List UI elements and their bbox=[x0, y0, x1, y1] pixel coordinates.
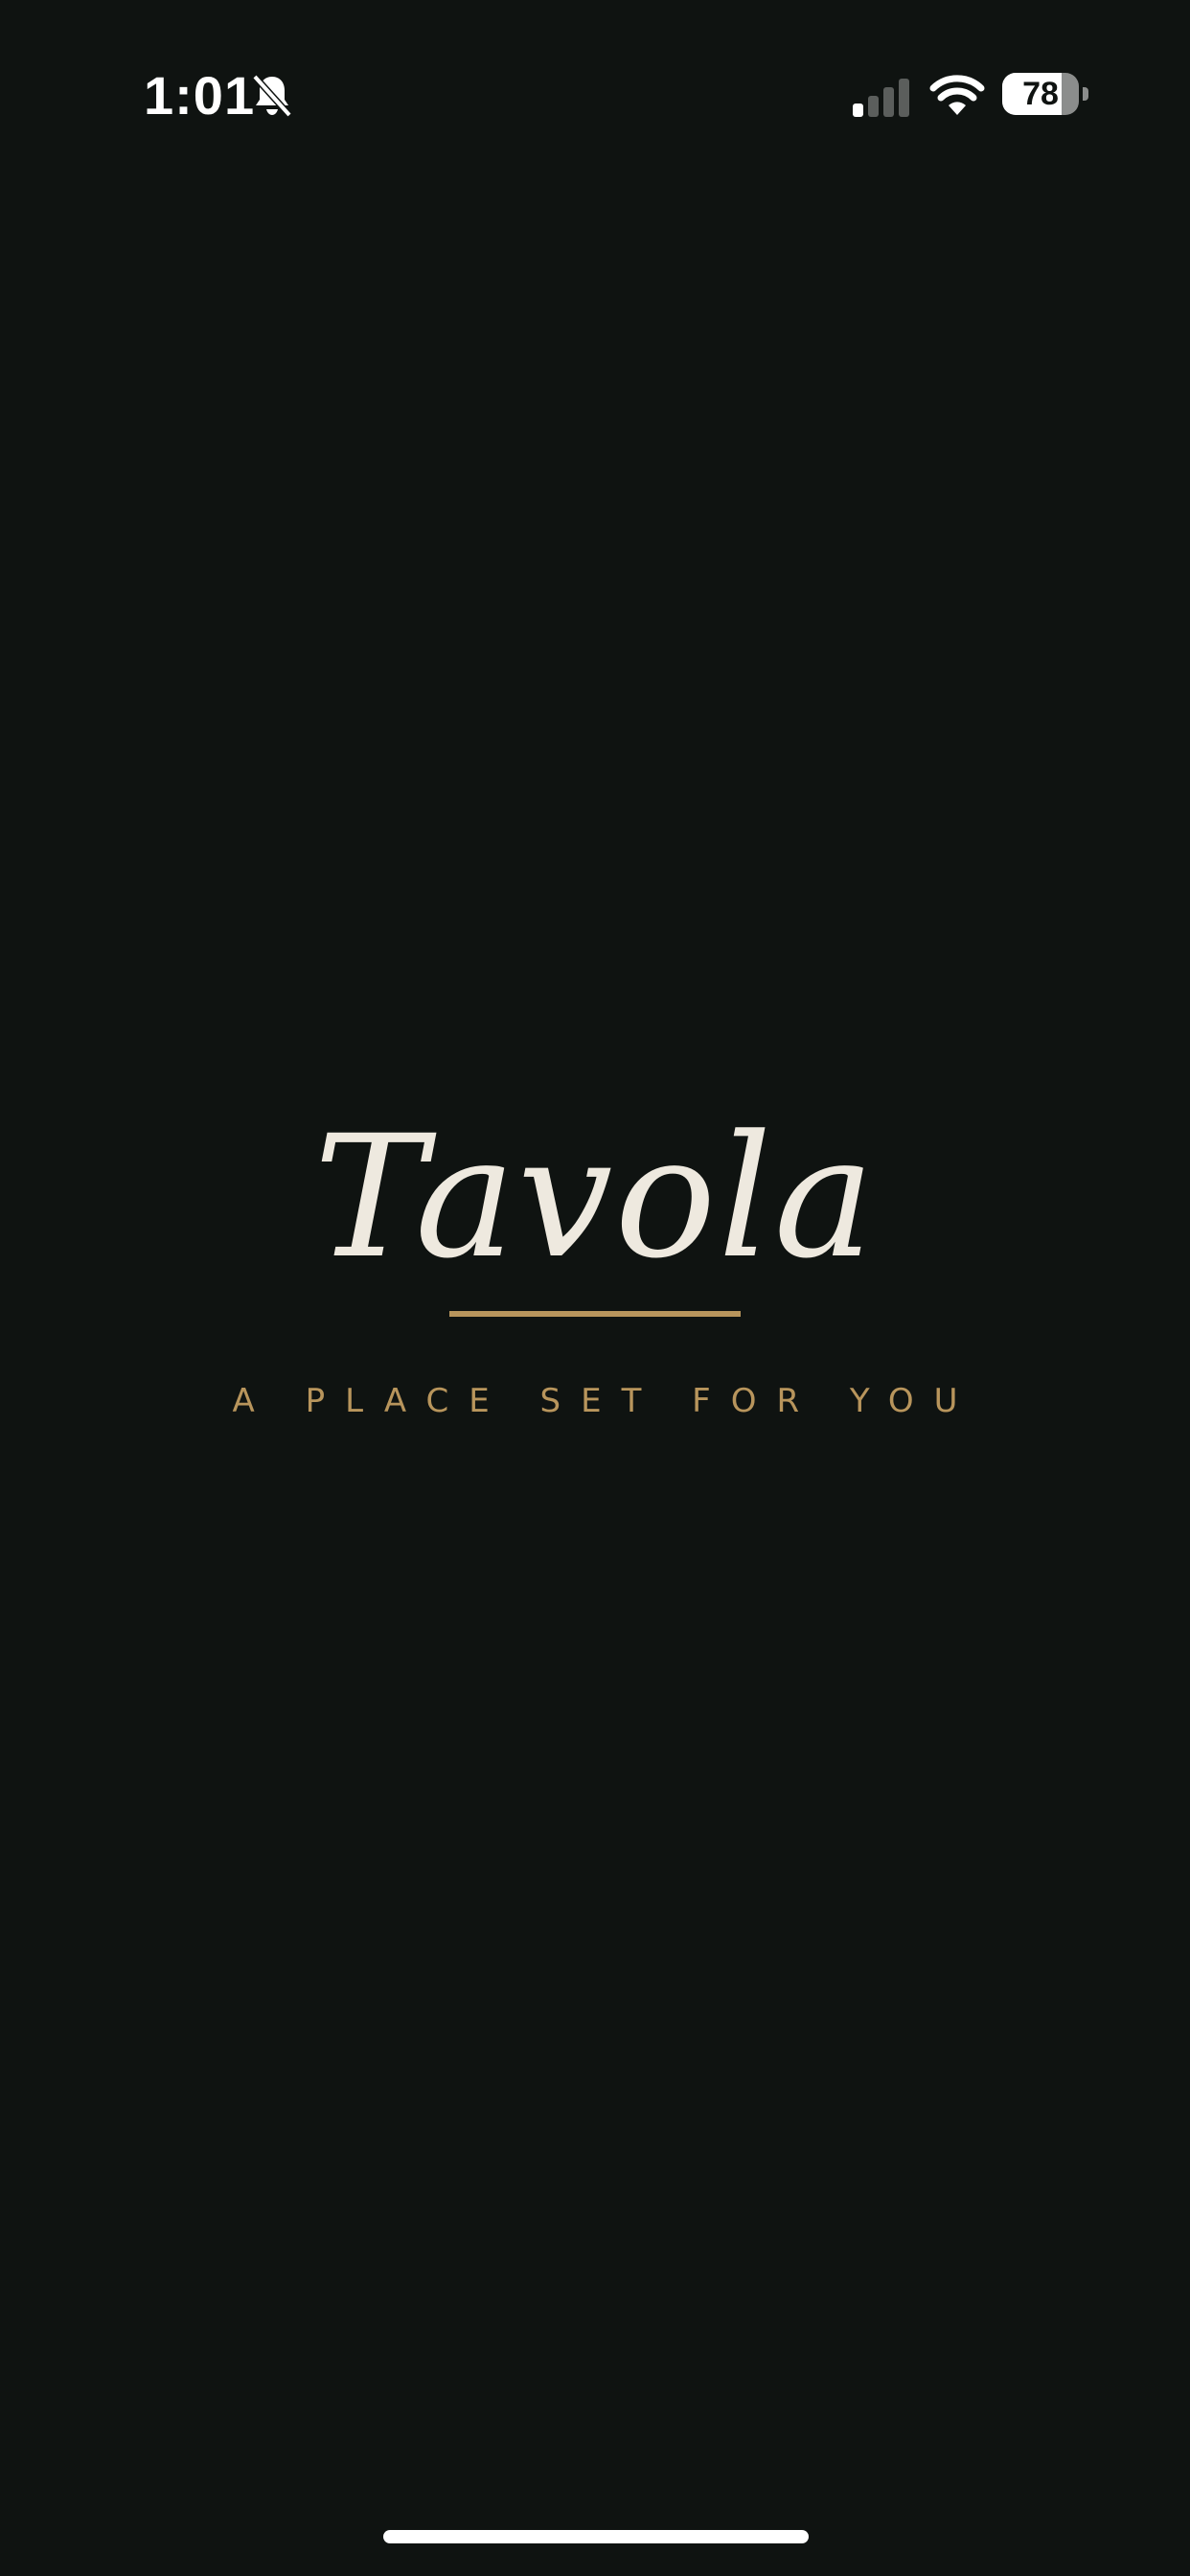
battery-body: 78 bbox=[1002, 73, 1079, 115]
bell-slash-icon bbox=[252, 74, 292, 118]
status-time: 1:01 bbox=[144, 65, 256, 126]
battery-icon: 78 bbox=[1002, 73, 1088, 115]
title-underline bbox=[449, 1311, 741, 1317]
cellular-signal-icon bbox=[853, 79, 909, 117]
wifi-icon bbox=[929, 75, 985, 115]
splash-brand: Tavola A PLACE SET FOR YOU bbox=[0, 1102, 1190, 1424]
app-tagline: A PLACE SET FOR YOU bbox=[232, 1382, 978, 1420]
app-title: Tavola bbox=[313, 1099, 877, 1296]
battery-level: 78 bbox=[1022, 76, 1059, 112]
home-indicator[interactable] bbox=[383, 2530, 809, 2543]
battery-tip bbox=[1083, 87, 1088, 101]
status-bar: 1:01 78 bbox=[0, 0, 1190, 192]
